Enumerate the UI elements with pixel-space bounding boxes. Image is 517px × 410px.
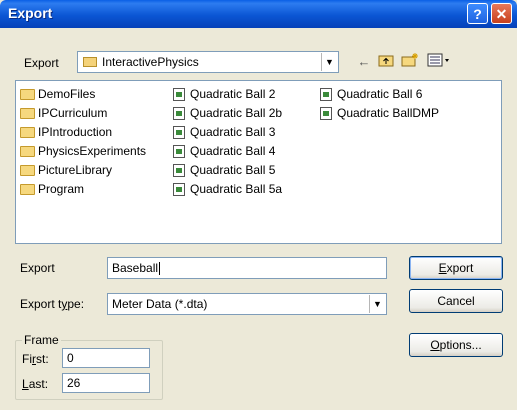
document-icon bbox=[320, 107, 332, 120]
title-bar: Export ? ✕ bbox=[0, 0, 517, 28]
list-item[interactable]: Quadratic Ball 6 bbox=[318, 85, 439, 104]
document-icon bbox=[173, 164, 185, 177]
document-icon bbox=[173, 126, 185, 139]
list-item-label: Program bbox=[38, 182, 85, 196]
new-folder-icon[interactable] bbox=[400, 53, 420, 71]
file-list[interactable]: DemoFiles IPCurriculum IPIntroduction Physi… bbox=[15, 80, 502, 244]
document-icon bbox=[173, 145, 185, 158]
location-dropdown[interactable]: InteractivePhysics ▼ bbox=[77, 51, 339, 73]
list-item-label: Quadratic Ball 6 bbox=[337, 87, 423, 101]
list-item-label: IPCurriculum bbox=[38, 106, 108, 120]
list-item[interactable]: Program bbox=[19, 180, 146, 199]
list-item-label: PhysicsExperiments bbox=[38, 144, 147, 158]
list-item-label: IPIntroduction bbox=[38, 125, 113, 139]
filename-input[interactable]: Baseball bbox=[107, 257, 387, 279]
list-item-label: Quadratic BallDMP bbox=[337, 106, 440, 120]
last-frame-label: Last: bbox=[22, 377, 49, 391]
options-button[interactable]: Options... bbox=[409, 333, 503, 357]
location-folder-name: InteractivePhysics bbox=[102, 55, 199, 69]
location-label: Export bbox=[24, 56, 59, 70]
back-arrow-icon[interactable]: ← bbox=[354, 53, 374, 71]
folder-icon bbox=[20, 146, 35, 157]
list-item-label: Quadratic Ball 5a bbox=[190, 182, 283, 196]
list-item[interactable]: Quadratic Ball 2b bbox=[171, 104, 282, 123]
list-item-label: Quadratic Ball 3 bbox=[190, 125, 276, 139]
export-type-label: Export type: bbox=[20, 297, 85, 311]
folder-icon bbox=[20, 184, 35, 195]
list-item[interactable]: Quadratic BallDMP bbox=[318, 104, 439, 123]
first-frame-input[interactable]: 0 bbox=[62, 348, 150, 368]
export-dialog: Export ? ✕ Export InteractivePhysics ▼ ←… bbox=[0, 0, 517, 410]
filename-value: Baseball bbox=[112, 261, 159, 275]
view-menu-icon[interactable] bbox=[425, 53, 455, 71]
document-icon bbox=[320, 88, 332, 101]
list-item[interactable]: Quadratic Ball 2 bbox=[171, 85, 282, 104]
cancel-button[interactable]: Cancel bbox=[409, 289, 503, 313]
folder-icon bbox=[20, 165, 35, 176]
document-icon bbox=[173, 183, 185, 196]
filename-label: Export bbox=[20, 261, 55, 275]
list-item-label: Quadratic Ball 4 bbox=[190, 144, 276, 158]
text-cursor bbox=[159, 262, 161, 276]
first-frame-label: First: bbox=[22, 352, 49, 366]
close-button[interactable]: ✕ bbox=[491, 3, 512, 24]
list-item-label: DemoFiles bbox=[38, 87, 96, 101]
folder-icon bbox=[83, 57, 97, 67]
list-item[interactable]: DemoFiles bbox=[19, 85, 146, 104]
frame-legend: Frame bbox=[22, 333, 61, 347]
chevron-down-icon[interactable]: ▼ bbox=[369, 295, 385, 313]
list-item[interactable]: Quadratic Ball 4 bbox=[171, 142, 282, 161]
list-item-label: Quadratic Ball 2 bbox=[190, 87, 276, 101]
up-folder-icon[interactable] bbox=[376, 53, 396, 71]
list-item-label: Quadratic Ball 2b bbox=[190, 106, 283, 120]
list-item[interactable]: PhysicsExperiments bbox=[19, 142, 146, 161]
export-type-dropdown[interactable]: Meter Data (*.dta) ▼ bbox=[107, 293, 387, 315]
folder-icon bbox=[20, 127, 35, 138]
chevron-down-icon[interactable]: ▼ bbox=[321, 53, 337, 71]
folder-icon bbox=[20, 89, 35, 100]
export-button[interactable]: Export bbox=[409, 256, 503, 280]
list-item-label: PictureLibrary bbox=[38, 163, 113, 177]
document-icon bbox=[173, 107, 185, 120]
list-item[interactable]: IPCurriculum bbox=[19, 104, 146, 123]
list-item[interactable]: Quadratic Ball 5a bbox=[171, 180, 282, 199]
list-item[interactable]: IPIntroduction bbox=[19, 123, 146, 142]
document-icon bbox=[173, 88, 185, 101]
last-frame-input[interactable]: 26 bbox=[62, 373, 150, 393]
folder-icon bbox=[20, 108, 35, 119]
help-button[interactable]: ? bbox=[467, 3, 488, 24]
export-type-value: Meter Data (*.dta) bbox=[112, 297, 208, 311]
list-item[interactable]: Quadratic Ball 3 bbox=[171, 123, 282, 142]
dialog-title: Export bbox=[8, 5, 53, 21]
list-item[interactable]: PictureLibrary bbox=[19, 161, 146, 180]
list-item[interactable]: Quadratic Ball 5 bbox=[171, 161, 282, 180]
list-item-label: Quadratic Ball 5 bbox=[190, 163, 276, 177]
